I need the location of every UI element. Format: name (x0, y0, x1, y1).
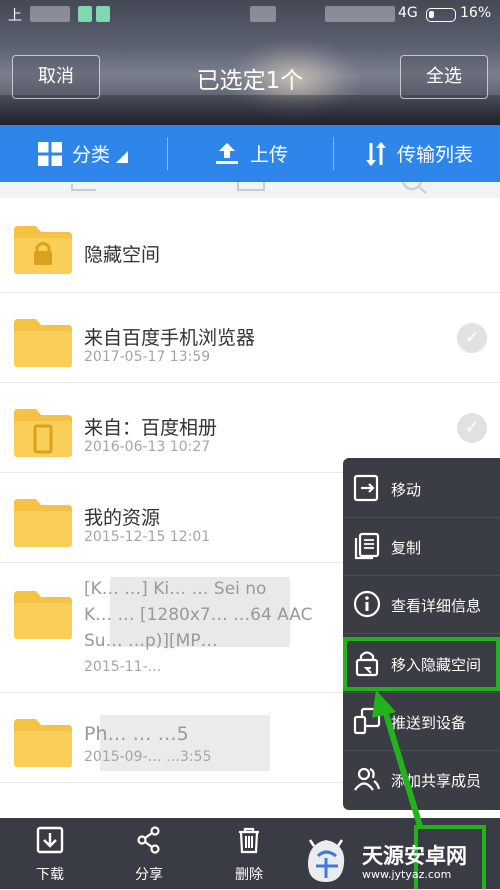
highlight-box (343, 637, 500, 691)
menu-item-details[interactable]: 查看详细信息 (343, 576, 500, 634)
file-name: 隐藏空间 (84, 244, 161, 266)
toolbar-divider (333, 137, 334, 170)
trash-icon (239, 827, 259, 854)
page-title: 已选定1个 (196, 68, 304, 94)
cancel-button[interactable]: 取消 (12, 55, 100, 99)
select-checkbox[interactable]: ✓ (457, 413, 487, 443)
header-background-water (0, 95, 500, 125)
locked-folder-icon (14, 226, 72, 274)
transfer-list-tab[interactable]: 传输列表 (365, 125, 473, 182)
delete-button[interactable]: 删除 (219, 826, 279, 884)
battery-icon (426, 8, 456, 22)
category-tab[interactable]: 分类 (38, 125, 138, 182)
top-toolbar: 分类 上传 传输列表 (0, 125, 500, 182)
menu-item-move[interactable]: 移动 (343, 460, 500, 518)
file-name: Ph… … …5 (84, 723, 189, 745)
select-all-button[interactable]: 全选 (400, 55, 488, 99)
status-notification-icon (96, 6, 110, 22)
more-actions-menu: 移动 复制 查看详细信息 移入隐藏空间 推送到设备 添加共享成员 (343, 458, 500, 810)
watermark-text: 天源安卓网 (362, 844, 467, 868)
status-bar: 上 4G 16% (0, 0, 500, 28)
file-date: 2015-11-… (84, 659, 162, 675)
menu-item-add-members[interactable]: 添加共享成员 (343, 751, 500, 809)
move-icon (353, 474, 379, 502)
file-date: 2017-05-17 13:59 (84, 349, 211, 365)
download-label: 下载 (36, 867, 64, 883)
folder-icon (14, 591, 72, 639)
file-name: 我的资源 (84, 507, 161, 529)
phone-folder-icon (14, 409, 72, 457)
device-icon (353, 707, 381, 735)
battery-percent: 16% (460, 5, 492, 21)
menu-item-copy[interactable]: 复制 (343, 518, 500, 576)
file-date: 2016-06-13 10:27 (84, 439, 211, 455)
status-notification-icon (78, 6, 92, 22)
folder-icon (14, 719, 72, 767)
status-blurred-area (30, 6, 70, 22)
list-item[interactable]: 隐藏空间 (0, 198, 500, 293)
upload-tab[interactable]: 上传 (214, 125, 288, 182)
download-button[interactable]: 下载 (20, 826, 80, 884)
share-label: 分享 (135, 867, 163, 883)
file-name-line: K… … [1280x7… …64 AAC (84, 605, 313, 625)
file-date: 2015-09-… …3:55 (84, 749, 212, 765)
category-label: 分类 (72, 144, 111, 166)
share-icon (137, 826, 160, 854)
transfer-arrows-icon (366, 141, 386, 166)
folder-icon (14, 319, 72, 367)
menu-item-push-device[interactable]: 推送到设备 (343, 693, 500, 751)
watermark-url: www.jytyaz.com (362, 868, 452, 881)
file-name: 来自：百度相册 (84, 417, 218, 439)
menu-item-label: 复制 (391, 539, 422, 557)
info-icon (353, 590, 381, 618)
status-carrier: 上 (8, 8, 22, 24)
transfer-label: 传输列表 (397, 144, 474, 166)
people-icon (354, 767, 381, 791)
delete-label: 删除 (235, 867, 263, 883)
upload-icon (216, 142, 238, 164)
triangle-down-icon (116, 150, 129, 163)
file-name: 来自百度手机浏览器 (84, 327, 256, 349)
select-checkbox[interactable]: ✓ (457, 323, 487, 353)
file-date: 2015-12-15 12:01 (84, 529, 211, 545)
list-item[interactable]: 来自百度手机浏览器 2017-05-17 13:59 ✓ (0, 293, 500, 383)
grid-icon (38, 141, 62, 166)
header-banner: 上 4G 16% 取消 已选定1个 全选 (0, 0, 500, 125)
folder-icon (14, 499, 72, 547)
upload-label: 上传 (250, 144, 289, 166)
file-name-line: [K… …] Ki… … Sei no (84, 579, 267, 599)
watermark: 天源安卓网 www.jytyaz.com (298, 836, 498, 886)
share-button[interactable]: 分享 (119, 826, 179, 884)
download-icon (36, 826, 64, 854)
menu-item-label: 查看详细信息 (391, 597, 482, 615)
file-name-line: Su… …p)][MP… (84, 631, 218, 651)
status-blurred-area (325, 6, 395, 22)
toolbar-divider (167, 137, 168, 170)
menu-item-label: 添加共享成员 (391, 772, 482, 790)
watermark-logo-icon (308, 839, 345, 882)
copy-icon (354, 532, 380, 560)
status-blurred-area (250, 6, 276, 22)
network-type: 4G (398, 5, 418, 21)
hidden-toolbar-peek (0, 182, 500, 198)
menu-item-label: 推送到设备 (391, 714, 467, 732)
menu-item-label: 移动 (391, 481, 422, 499)
